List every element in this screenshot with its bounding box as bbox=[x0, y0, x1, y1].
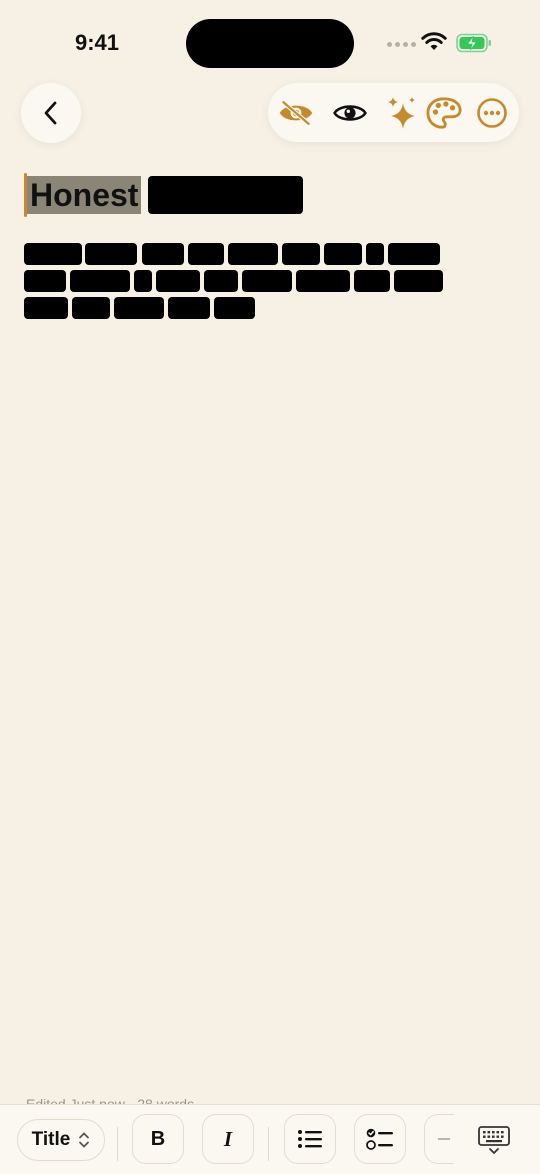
checklist-icon bbox=[366, 1128, 393, 1150]
note-editor-screen: 9:41 Honest Title B I bbox=[0, 0, 540, 1174]
bold-label: B bbox=[150, 1127, 166, 1150]
battery-charging-icon bbox=[456, 33, 491, 53]
theme-button[interactable] bbox=[426, 95, 462, 131]
italic-label: I bbox=[223, 1126, 233, 1151]
checklist-button[interactable] bbox=[354, 1114, 406, 1164]
palette-icon bbox=[426, 97, 462, 129]
more-options-button[interactable] bbox=[474, 95, 510, 131]
toolbar-divider bbox=[268, 1127, 269, 1161]
chevron-up-down-icon bbox=[79, 1132, 90, 1148]
eye-icon bbox=[333, 105, 367, 121]
ellipsis-circle-icon bbox=[477, 98, 507, 128]
text-style-select[interactable]: Title bbox=[17, 1119, 105, 1161]
ai-assist-button[interactable] bbox=[384, 95, 420, 131]
bullet-list-button[interactable] bbox=[284, 1114, 336, 1164]
text-style-label: Title bbox=[31, 1129, 71, 1150]
toolbar-divider bbox=[117, 1127, 118, 1161]
horizontal-rule-icon bbox=[438, 1138, 450, 1140]
italic-button[interactable]: I bbox=[202, 1114, 254, 1164]
hide-toggle-button[interactable] bbox=[278, 95, 314, 131]
preview-button[interactable] bbox=[332, 95, 368, 131]
back-button[interactable] bbox=[21, 83, 81, 143]
eye-slash-icon bbox=[279, 99, 313, 127]
bold-button[interactable]: B bbox=[132, 1114, 184, 1164]
note-actions-toolbar bbox=[268, 83, 519, 142]
sparkles-icon bbox=[388, 97, 415, 129]
selected-title-text[interactable]: Honest bbox=[27, 176, 142, 214]
more-formatting-button[interactable] bbox=[424, 1114, 454, 1164]
wifi-icon bbox=[421, 32, 447, 50]
keyboard-dismiss-icon bbox=[478, 1126, 510, 1154]
chevron-left-icon bbox=[44, 101, 57, 125]
dismiss-keyboard-button[interactable] bbox=[476, 1125, 512, 1155]
status-time: 9:41 bbox=[75, 30, 120, 55]
dynamic-island bbox=[186, 19, 354, 68]
formatting-bar: Title B I bbox=[0, 1104, 540, 1174]
redacted-title-block bbox=[148, 176, 303, 214]
bullet-list-icon bbox=[298, 1130, 322, 1148]
cellular-signal-icon bbox=[387, 42, 416, 47]
